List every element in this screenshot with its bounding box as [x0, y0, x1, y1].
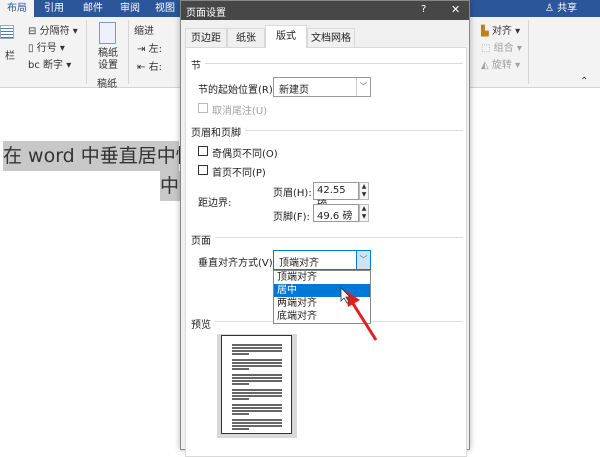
annotation-overlay: [340, 287, 378, 341]
red-arrow-icon: [350, 301, 378, 341]
mouse-cursor-icon: [340, 287, 351, 304]
